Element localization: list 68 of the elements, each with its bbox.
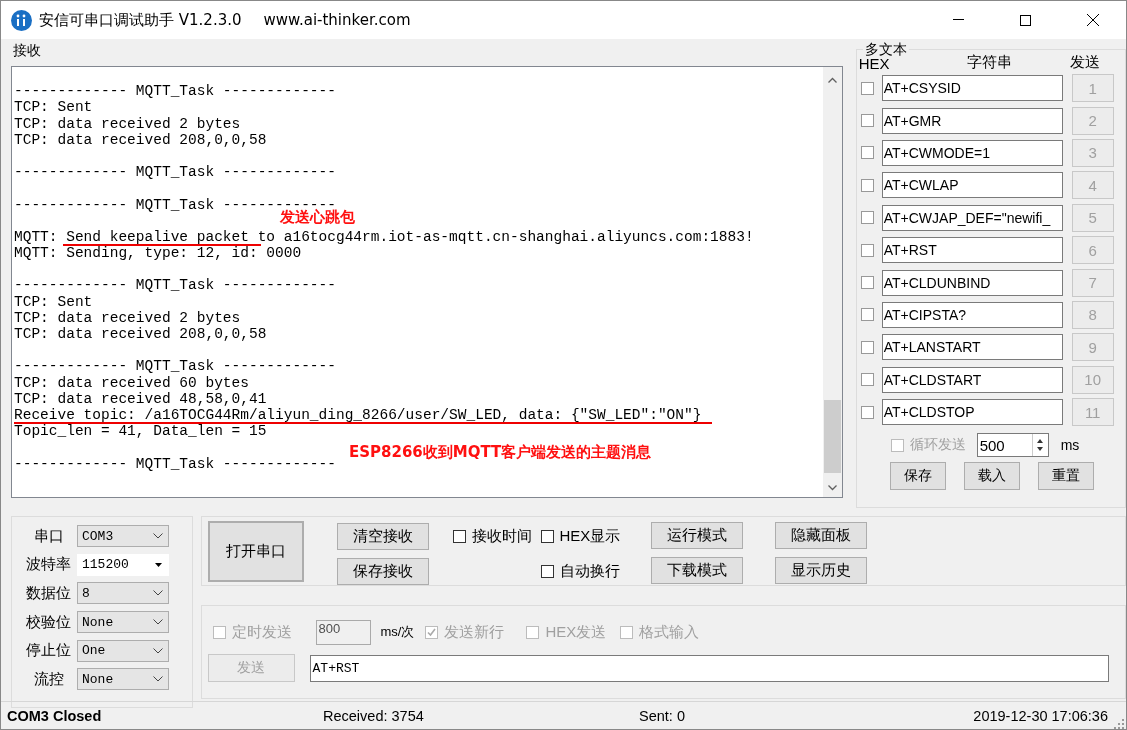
timestamp: 2019-12-30 17:06:36 [973, 707, 1108, 724]
window-title: 安信可串口调试助手 V1.2.3.0 [39, 10, 242, 30]
panel-button[interactable]: 显示历史 [775, 557, 868, 584]
log-line: TCP: data received 2 bytes [14, 116, 241, 131]
log-line: ------------- MQTT_Task ------------- [14, 456, 336, 471]
setting-label: 串口 [32, 526, 65, 546]
checkbox-label: 发送新行 [444, 622, 505, 642]
setting-label: 数据位 [25, 583, 72, 603]
dropdown[interactable]: 8 [77, 582, 169, 605]
scrollbar[interactable] [823, 67, 842, 497]
log-line: ------------- MQTT_Task ------------- [14, 165, 336, 180]
mode-button[interactable]: 运行模式 [651, 522, 744, 549]
receive-button[interactable]: 保存接收 [336, 558, 429, 585]
log-line: TCP: data received 2 bytes [14, 310, 241, 325]
setting-label: 校验位 [25, 612, 72, 632]
log-line: Topic_len = 41, Data_len = 15 [14, 424, 267, 439]
panel-button[interactable]: 载入 [963, 462, 1020, 491]
checkbox-label: 循环发送 [909, 436, 966, 455]
sent-count: Sent: 0 [639, 707, 686, 724]
app-logo-icon [11, 9, 32, 31]
send-input-field[interactable]: AT+RST [309, 654, 1109, 682]
checkbox[interactable] [540, 565, 554, 578]
log-line: TCP: Sent [14, 100, 93, 115]
dropdown[interactable]: None [77, 668, 169, 691]
group-title: 多文本 [862, 41, 909, 59]
scrollbar-thumb[interactable] [824, 400, 841, 473]
annotation-text: ESP8266收到MQTT客户端发送的主题消息 [349, 443, 652, 462]
log-line: ------------- MQTT_Task ------------- [14, 359, 336, 374]
dropdown[interactable]: One [77, 639, 169, 662]
receive-label: 接收 [12, 42, 42, 60]
log-line: ------------- MQTT_Task ------------- [14, 278, 336, 293]
log-line: TCP: data received 60 bytes [14, 375, 249, 390]
checkbox-label: 自动换行 [559, 562, 620, 581]
panel-button[interactable]: 保存 [889, 462, 946, 491]
column-header: 字符串 [966, 53, 1012, 72]
log-line: ------------- MQTT_Task ------------- [14, 84, 336, 99]
checkbox-label: HEX发送 [545, 622, 607, 642]
log-line: TCP: data received 208,0,0,58 [14, 132, 267, 147]
received-count: Received: 3754 [323, 707, 425, 724]
log-line: TCP: data received 48,58,0,41 [14, 391, 267, 406]
checkbox-label: 定时发送 [231, 622, 292, 642]
checkbox[interactable] [452, 530, 466, 543]
mode-button[interactable]: 下载模式 [651, 557, 744, 584]
port-status: COM3 Closed [7, 707, 103, 724]
setting-label: 停止位 [25, 641, 72, 661]
resize-grip-icon[interactable] [1114, 719, 1124, 729]
checkbox-label: HEX显示 [559, 527, 621, 546]
setting-label: 波特率 [25, 555, 72, 575]
log-line: MQTT: Send keepalive packet to a16tocg44rm.iot-as-mqtt.cn-shanghai.aliyuncs.com:1883! [14, 229, 754, 244]
log-line: TCP: data received 208,0,0,58 [14, 327, 267, 341]
dropdown[interactable]: None [77, 611, 169, 634]
log-line: Receive topic: /a16TOCG44Rm/aliyun_ding_8266/user/SW_LED, data: {"SW_LED":"ON"} [14, 407, 702, 422]
log-line: TCP: Sent [14, 294, 93, 309]
checkbox[interactable] [540, 530, 554, 543]
column-header: 发送 [1069, 53, 1100, 72]
website-url: www.ai-thinker.com [263, 11, 411, 29]
interval-unit: ms/次 [380, 623, 415, 641]
panel-button[interactable]: 重置 [1037, 462, 1094, 491]
log-line: MQTT: Sending, type: 12, id: 0000 [14, 246, 302, 261]
checkbox-label: 格式输入 [639, 622, 700, 642]
dropdown[interactable]: COM3 [77, 525, 169, 547]
interval-unit: ms [1060, 437, 1080, 454]
panel-button[interactable]: 隐藏面板 [775, 522, 868, 549]
open-port-button[interactable]: 打开串口 [207, 521, 304, 582]
checkbox-label: 接收时间 [471, 527, 532, 546]
combo-box[interactable]: 115200 [77, 553, 169, 576]
setting-label: 流控 [32, 669, 65, 689]
receive-button[interactable]: 清空接收 [336, 523, 429, 550]
